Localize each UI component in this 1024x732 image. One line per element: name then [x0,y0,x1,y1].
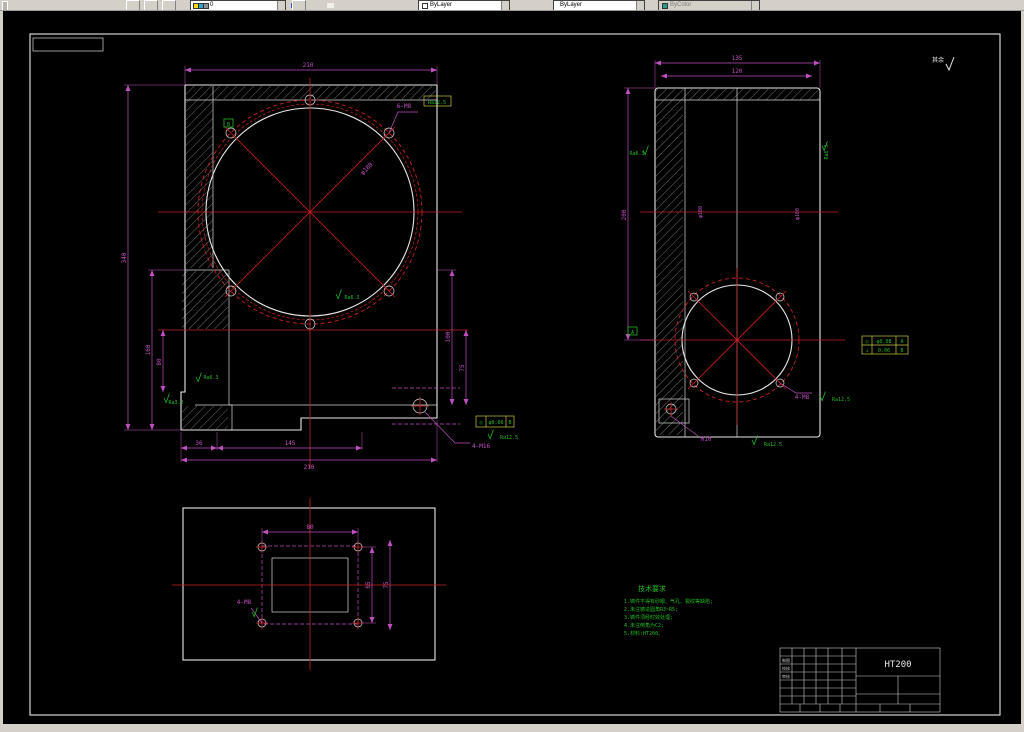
bottom-holes-callout: 4-M8 [237,599,252,606]
dim-right-2: 75 [459,364,466,372]
dim-top-inner: 120 [732,68,743,75]
front-outline[interactable] [180,84,438,431]
sheet-border [29,33,1001,716]
roughness-symbol-icon [945,56,955,72]
material-spec: HT200 [884,660,911,670]
rough-top-right: Ra6.3 [824,144,830,159]
title-block: HT200 制图 校核 审核 [779,647,941,713]
bore-left-label: φ180 [698,206,704,218]
fcf-r1-symbol: ◎ [865,339,868,345]
fcf-datum: B [508,420,511,426]
bore-right-label: φ160 [795,208,801,220]
title-block-label: 校核 [782,665,790,671]
dim-left: 200 [621,209,628,220]
layer-combo-value: 0 [210,2,214,8]
side-rough-bottom: Ra12.5 [764,442,782,448]
roughness-symbol-icon [819,391,826,401]
dim-bottom-small: 36 [195,440,203,447]
make-layer-current-button[interactable] [292,0,306,10]
dim-left-mid: 160 [145,344,152,355]
note-line: 5.材料:HT200。 [624,630,663,637]
drain-callout: 4-M16 [472,443,490,450]
bottom-dim-right-inner: 65 [365,581,372,589]
dim-top: 210 [303,62,314,69]
rough-drain: Ra12.5 [500,435,518,441]
dim-bottom-mid: 145 [285,440,296,447]
dim-right-1: 100 [445,331,452,342]
roughness-symbol-icon [487,429,494,439]
page-icon [327,3,334,8]
notes-title: 技术要求 [638,584,666,593]
chevron-down-icon[interactable] [501,1,509,10]
plotstyle-combo-value: ByColor [670,2,692,8]
dim-top-outer: 135 [732,55,743,62]
title-block-label: 制图 [782,657,790,663]
side-rough-holes: Ra12.5 [832,397,850,403]
note-line: 1.铸件不得有砂眼、气孔、裂纹等缺陷; [624,598,713,605]
bore-diameter-label: φ180 [359,161,374,176]
rough-bore: Ra6.3 [344,295,359,301]
rough-top-left: Ra6.3 [629,151,644,157]
bottom-dimensions: 80 65 75 4-M8 [237,524,393,630]
dim-bottom-total: 210 [304,464,315,471]
roughness-symbol-icon [195,372,202,382]
side-holes-callout: 4-M8 [795,394,810,401]
note-line: 2.未注铸造圆角R3~R5; [624,606,678,613]
corner-note-text: 其余 [932,56,944,64]
datum-a-flag: A [631,330,634,336]
color-combo[interactable]: ByLayer [418,0,510,10]
object-properties-toolbar: 0 ByLayer ByLayer ByColor [0,0,1024,11]
linetype-combo-value: ByLayer [560,2,583,8]
roughness-symbol-icon [335,289,342,299]
fcf-r2-value: 0.06 [878,348,890,354]
boss-callout: M10 [701,436,712,443]
toolbar-grip[interactable] [2,1,8,10]
cad-canvas[interactable]: 其余 210 36 145 210 340 160 80 100 75 φ180… [3,10,1021,724]
chevron-down-icon[interactable] [277,1,285,10]
datum-b-flag: B [227,122,230,128]
bottom-view[interactable]: 80 65 75 4-M8 [172,498,446,670]
front-hatch [182,86,436,429]
note-line: 3.铸件须经时效处理; [624,614,673,621]
side-view[interactable]: 135 120 200 φ180 φ160 Ra6.3 Ra6.3 A ◎ φ0… [621,55,909,448]
color-combo-value: ByLayer [430,2,453,8]
fcf-symbol: ◎ [479,420,482,426]
fcf-r2-datum: B [900,348,903,354]
color-swatch-icon [422,3,428,9]
fcf-r2-symbol: ⊥ [865,348,868,354]
rough-left: Ra6.3 [203,375,218,381]
dim-left-total: 340 [121,252,128,263]
side-hatch [656,89,819,435]
front-view[interactable]: 210 36 145 210 340 160 80 100 75 φ180 6-… [121,62,518,471]
fcf-r1-datum: A [900,339,903,345]
rough-foot: Ra3.2 [168,400,183,406]
plotstyle-combo: ByColor [658,0,760,10]
fcf-r1-value: φ0.08 [876,339,891,345]
rough-holes: Ra12.5 [428,100,446,106]
chevron-down-icon [751,1,759,10]
chevron-down-icon[interactable] [636,1,644,10]
note-line: 4.未注倒角为C2; [624,622,664,629]
dim-left-small: 80 [156,358,163,366]
layer-combo[interactable]: 0 [190,0,286,10]
bottom-dim-right-outer: 75 [383,581,390,589]
layer-previous-button[interactable] [162,0,334,10]
title-block-label: 审核 [782,673,790,679]
layer-states-button[interactable] [144,0,298,10]
front-drain-hole[interactable] [392,387,460,425]
layer-lock-icon [203,3,209,9]
fcf-value: φ0.06 [488,420,503,426]
technical-notes: 技术要求 1.铸件不得有砂眼、气孔、裂纹等缺陷; 2.未注铸造圆角R3~R5; … [624,584,713,637]
linetype-combo[interactable]: ByLayer [553,0,645,10]
holes-callout: 6-M8 [397,103,412,110]
layers-dialog-button[interactable] [126,0,262,10]
corner-roughness-note: 其余 [932,56,955,72]
plotstyle-icon [662,3,668,9]
drawing-svg[interactable]: 其余 210 36 145 210 340 160 80 100 75 φ180… [3,10,1021,724]
bottom-dim-top: 80 [306,524,314,531]
